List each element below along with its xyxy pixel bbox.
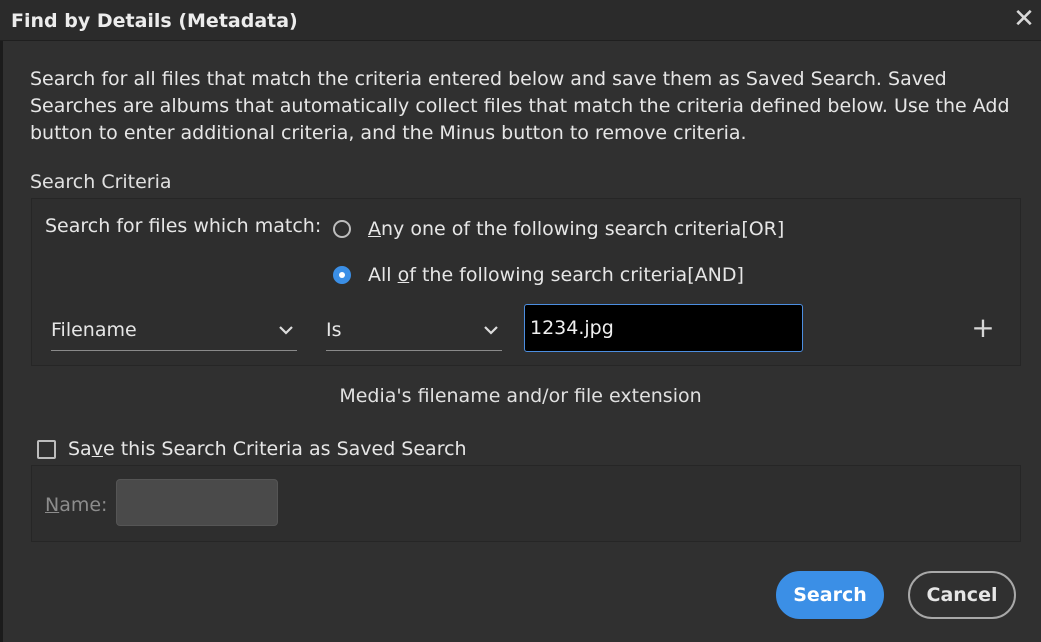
close-icon[interactable]: ✕ bbox=[1009, 4, 1039, 34]
search-button[interactable]: Search bbox=[776, 571, 884, 619]
save-search-label: Save this Search Criteria as Saved Searc… bbox=[68, 438, 467, 460]
operator-dropdown[interactable]: Is bbox=[326, 311, 502, 351]
left-edge-strip bbox=[0, 41, 3, 642]
chevron-down-icon bbox=[279, 326, 293, 335]
operator-dropdown-value: Is bbox=[326, 319, 342, 341]
add-criteria-icon[interactable]: + bbox=[970, 313, 996, 343]
saved-search-name-input[interactable] bbox=[116, 479, 278, 526]
field-dropdown-value: Filename bbox=[51, 319, 137, 341]
radio-any-label: Any one of the following search criteria… bbox=[368, 218, 785, 240]
match-label: Search for files which match: bbox=[45, 215, 322, 237]
criteria-hint: Media's filename and/or file extension bbox=[339, 385, 702, 407]
criteria-value-input[interactable] bbox=[524, 304, 803, 352]
save-search-checkbox[interactable] bbox=[37, 439, 56, 459]
chevron-down-icon bbox=[484, 326, 498, 335]
radio-any-or[interactable]: Any one of the following search criteria… bbox=[333, 218, 784, 240]
title-bar: Find by Details (Metadata) ✕ bbox=[0, 0, 1041, 41]
radio-any-button[interactable] bbox=[333, 220, 351, 238]
radio-all-button[interactable] bbox=[333, 266, 351, 284]
dialog-title: Find by Details (Metadata) bbox=[11, 10, 298, 32]
name-label: Name: bbox=[45, 494, 108, 516]
radio-all-label: All of the following search criteria[AND… bbox=[368, 264, 744, 286]
search-criteria-label: Search Criteria bbox=[30, 171, 172, 193]
cancel-button[interactable]: Cancel bbox=[908, 571, 1016, 619]
dialog-description: Search for all files that match the crit… bbox=[30, 68, 1010, 144]
radio-all-and[interactable]: All of the following search criteria[AND… bbox=[333, 264, 744, 286]
save-search-checkbox-row[interactable]: Save this Search Criteria as Saved Searc… bbox=[37, 438, 467, 460]
field-dropdown[interactable]: Filename bbox=[51, 311, 297, 351]
